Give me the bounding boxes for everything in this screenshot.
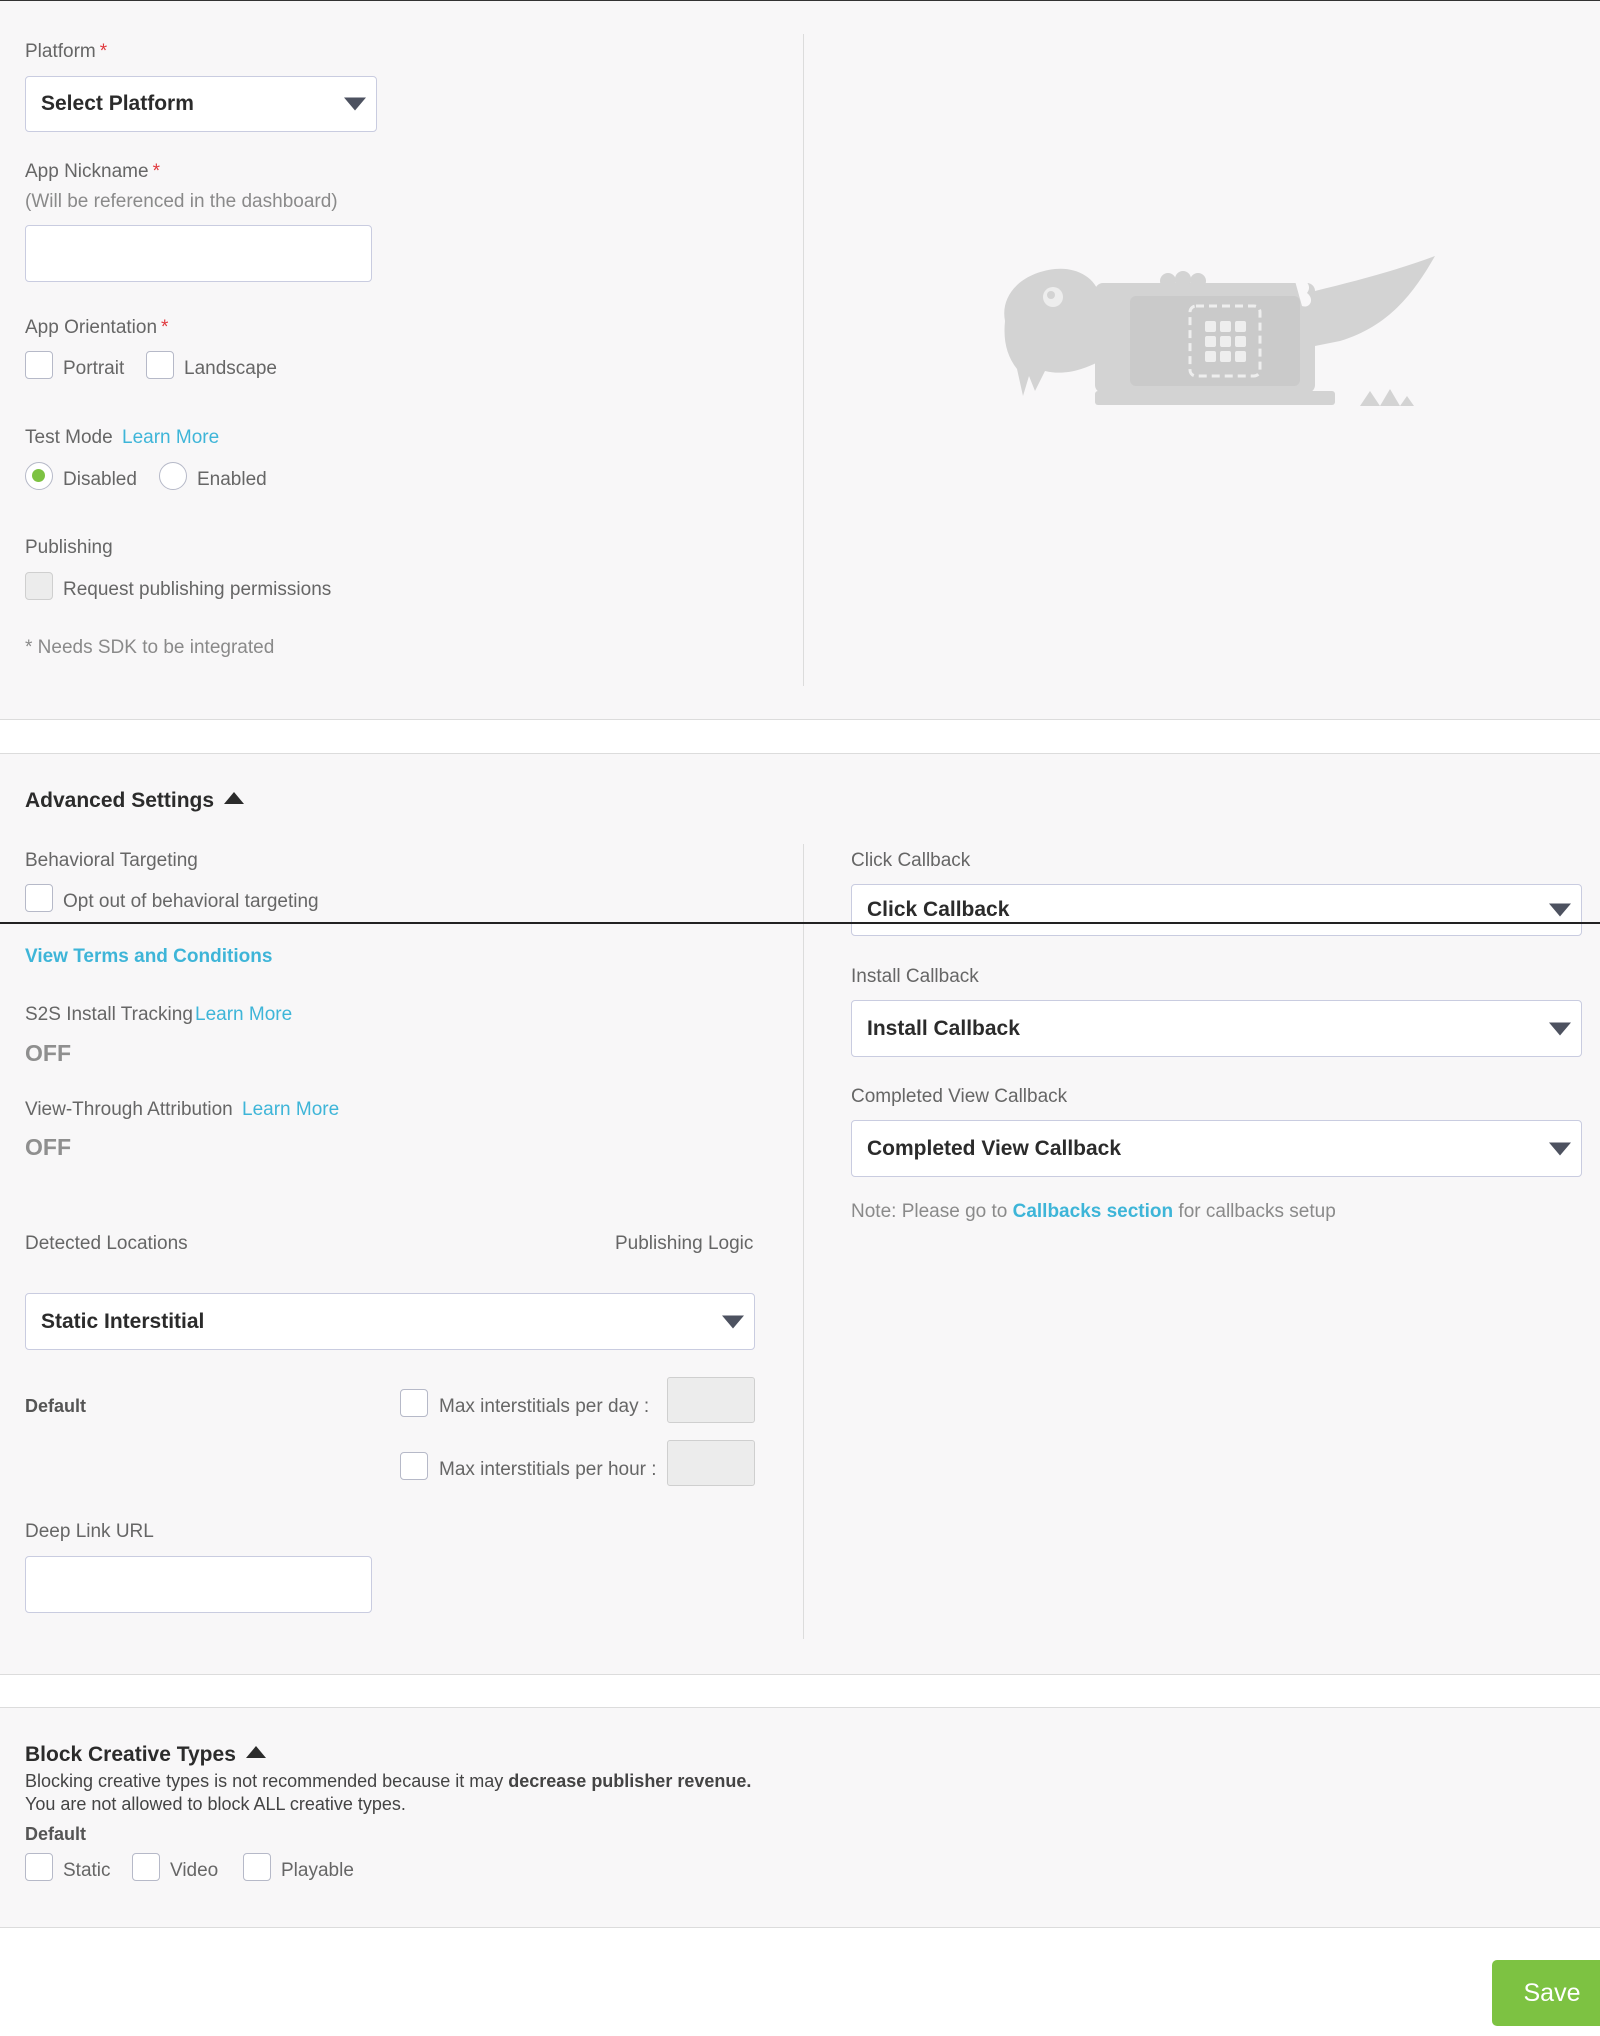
publishing-checkbox[interactable] <box>25 572 53 600</box>
terms-link[interactable]: View Terms and Conditions <box>25 946 272 968</box>
behavioral-optout-label: Opt out of behavioral targeting <box>63 891 319 912</box>
advanced-settings-toggle[interactable]: Advanced Settings <box>25 789 245 813</box>
callbacks-note: Note: Please go to Callbacks section for… <box>851 1201 1336 1222</box>
block-creative-toggle[interactable]: Block Creative Types <box>25 1743 266 1767</box>
orientation-label: App Orientation * <box>25 317 169 338</box>
static-checkbox[interactable] <box>25 1853 53 1881</box>
max-per-day-input[interactable] <box>667 1377 755 1423</box>
platform-select-value: Select Platform <box>41 92 194 115</box>
completed-callback-value: Completed View Callback <box>867 1136 1122 1160</box>
behavioral-label: Behavioral Targeting <box>25 850 198 871</box>
test-mode-enabled-radio[interactable] <box>159 462 187 490</box>
save-button[interactable]: Save <box>1492 1960 1600 2026</box>
detected-locations-label: Detected Locations <box>25 1233 188 1254</box>
max-per-day-checkbox[interactable] <box>400 1389 428 1417</box>
click-callback-label: Click Callback <box>851 850 971 871</box>
chevron-down-icon <box>722 1315 744 1328</box>
app-details-panel: Platform * Select Platform App Nickname * … <box>0 1 1600 720</box>
location-select[interactable]: Static Interstitial <box>25 1293 755 1350</box>
max-per-hour-input[interactable] <box>667 1440 755 1486</box>
panel-divider <box>803 844 804 1639</box>
chevron-down-icon <box>1549 1022 1571 1035</box>
chevron-up-icon <box>224 792 245 804</box>
portrait-label: Portrait <box>63 358 125 379</box>
sdk-note: * Needs SDK to be integrated <box>25 637 275 658</box>
callbacks-section-link[interactable]: Callbacks section <box>1013 1201 1174 1222</box>
test-mode-disabled-radio[interactable] <box>25 462 53 490</box>
vta-value: OFF <box>25 1134 71 1160</box>
landscape-checkbox[interactable] <box>146 351 174 379</box>
completed-callback-label: Completed View Callback <box>851 1086 1068 1107</box>
install-callback-select[interactable]: Install Callback <box>851 1000 1582 1057</box>
block-creative-panel: Block Creative Types Blocking creative t… <box>0 1707 1600 1928</box>
s2s-value: OFF <box>25 1040 71 1066</box>
overlay-divider-line <box>0 922 1600 924</box>
advanced-settings-panel: Advanced Settings Behavioral Targeting O… <box>0 753 1600 1675</box>
completed-callback-select[interactable]: Completed View Callback <box>851 1120 1582 1177</box>
vta-learn-more-link[interactable]: Learn More <box>242 1099 339 1121</box>
video-label: Video <box>170 1860 219 1881</box>
publishing-label: Publishing <box>25 537 113 558</box>
nickname-hint: (Will be referenced in the dashboard) <box>25 191 338 212</box>
chevron-down-icon <box>1549 903 1571 917</box>
max-per-hour-label: Max interstitials per hour : <box>439 1459 657 1480</box>
nickname-label: App Nickname * <box>25 161 160 182</box>
location-select-value: Static Interstitial <box>41 1309 205 1333</box>
platform-select[interactable]: Select Platform <box>25 76 377 132</box>
nickname-input[interactable] <box>25 225 372 282</box>
vta-label: View-Through Attribution <box>25 1099 233 1120</box>
s2s-label: S2S Install Tracking <box>25 1004 193 1025</box>
publishing-option-label: Request publishing permissions <box>63 579 332 600</box>
portrait-checkbox[interactable] <box>25 351 53 379</box>
publishing-logic-label: Publishing Logic <box>615 1233 754 1254</box>
playable-label: Playable <box>281 1860 354 1881</box>
block-creative-default-label: Default <box>25 1824 87 1844</box>
s2s-learn-more-link[interactable]: Learn More <box>195 1004 292 1026</box>
block-creative-warning: Blocking creative types is not recommend… <box>25 1771 752 1791</box>
install-callback-value: Install Callback <box>867 1016 1020 1040</box>
location-default-label: Default <box>25 1396 87 1416</box>
max-per-day-label: Max interstitials per day : <box>439 1396 650 1417</box>
max-per-hour-checkbox[interactable] <box>400 1452 428 1480</box>
playable-checkbox[interactable] <box>243 1853 271 1881</box>
landscape-label: Landscape <box>184 358 277 379</box>
chevron-down-icon <box>344 97 366 111</box>
install-callback-label: Install Callback <box>851 966 979 987</box>
deep-link-label: Deep Link URL <box>25 1521 154 1542</box>
block-creative-warning-line2: You are not allowed to block ALL creativ… <box>25 1794 406 1814</box>
static-label: Static <box>63 1860 111 1881</box>
test-mode-label: Test Mode <box>25 427 113 448</box>
test-mode-enabled-label: Enabled <box>197 469 267 490</box>
behavioral-optout-checkbox[interactable] <box>25 884 53 912</box>
video-checkbox[interactable] <box>132 1853 160 1881</box>
panel-divider <box>803 34 804 686</box>
deep-link-input[interactable] <box>25 1556 372 1613</box>
chevron-up-icon <box>245 1746 266 1758</box>
click-callback-value: Click Callback <box>867 898 1010 921</box>
test-mode-disabled-label: Disabled <box>63 469 137 490</box>
click-callback-select[interactable]: Click Callback <box>851 884 1582 936</box>
test-mode-learn-more-link[interactable]: Learn More <box>122 427 219 449</box>
chevron-down-icon <box>1549 1142 1571 1155</box>
dinosaur-laptop-illustration-icon <box>1004 256 1435 406</box>
platform-label: Platform * <box>25 41 108 62</box>
